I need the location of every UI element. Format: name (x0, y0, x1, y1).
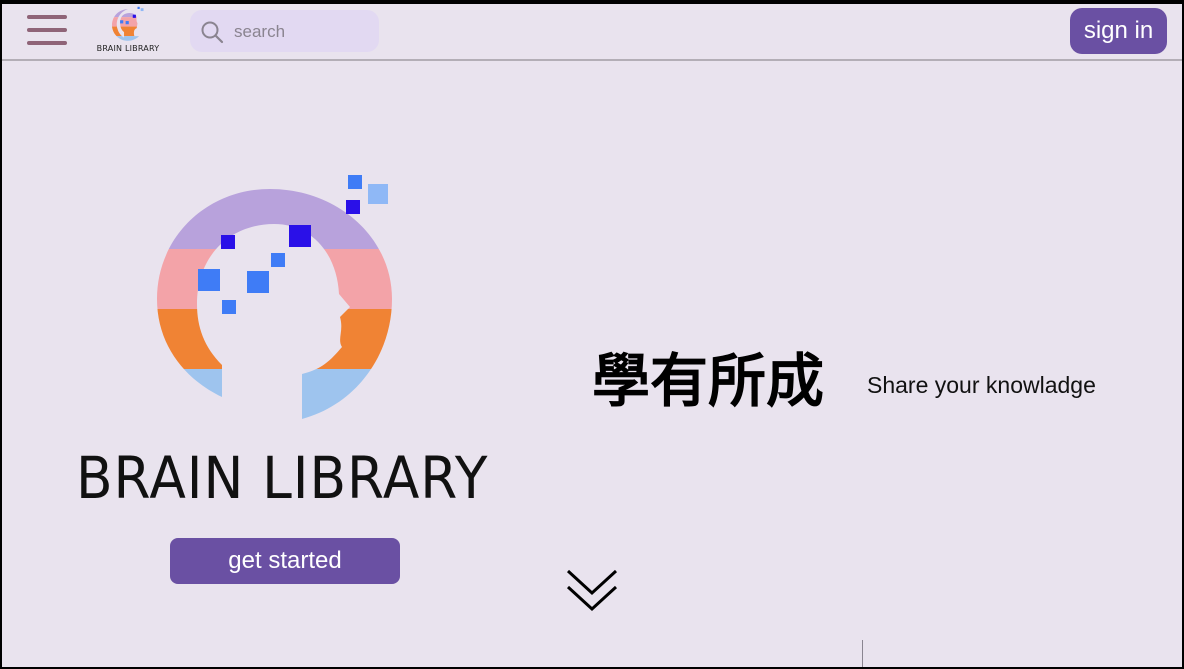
pixel-square (368, 184, 388, 204)
tagline-text: Share your knowladge (867, 372, 1096, 398)
search-bar[interactable] (190, 10, 379, 52)
sign-in-button[interactable]: sign in (1070, 8, 1167, 54)
hamburger-menu-icon[interactable] (27, 12, 69, 50)
double-chevron-down-icon[interactable] (565, 568, 619, 614)
slogan-heading: 學有所成 (592, 347, 825, 415)
pixel-square (271, 253, 285, 267)
app-window: BRAIN LIBRARY sign in (2, 4, 1182, 667)
search-icon (201, 21, 224, 44)
pixel-square (221, 235, 235, 249)
top-navigation-bar: BRAIN LIBRARY sign in (2, 4, 1182, 61)
pixel-square (348, 175, 362, 189)
header-logo[interactable]: BRAIN LIBRARY (94, 6, 162, 56)
header-logo-text: BRAIN LIBRARY (96, 44, 160, 53)
pixel-square (247, 271, 269, 293)
pixel-square (346, 200, 360, 214)
brand-title: BRAIN LIBRARY (76, 444, 489, 512)
search-input[interactable] (232, 18, 371, 46)
brain-library-logo-icon (111, 6, 144, 41)
pixel-square (222, 300, 236, 314)
pixel-square (289, 225, 311, 247)
pixel-square (198, 269, 220, 291)
brain-library-logo (157, 175, 392, 419)
get-started-button[interactable]: get started (170, 538, 400, 584)
divider (862, 640, 863, 667)
